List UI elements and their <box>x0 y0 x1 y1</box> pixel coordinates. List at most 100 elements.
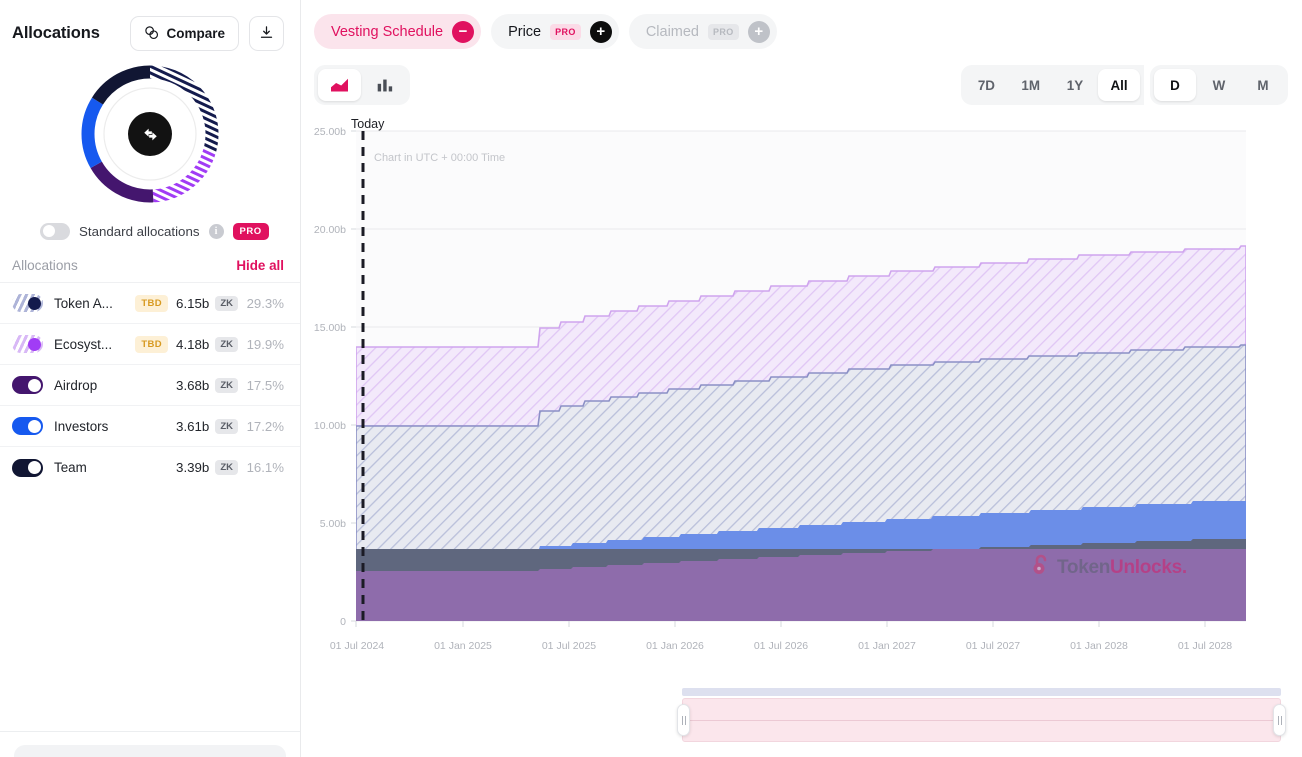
allocation-amount: 3.68b <box>176 377 210 393</box>
slider-handle-left[interactable] <box>677 704 690 736</box>
tbd-badge: TBD <box>135 294 169 312</box>
x-tick-label: 01 Jul 2027 <box>966 640 1020 652</box>
sidebar-divider <box>0 731 300 732</box>
info-icon[interactable]: i <box>208 223 224 239</box>
allocation-toggle[interactable] <box>12 458 43 477</box>
download-button[interactable] <box>249 16 284 51</box>
token-unit-badge: ZK <box>215 460 238 475</box>
token-unit-badge: ZK <box>215 336 238 352</box>
metric-pills: Vesting Schedule − Price PRO + Claimed P… <box>301 0 1302 54</box>
chart-svg: 25.00b 20.00b 15.00b 10.00b 5.00b 0 01 J… <box>314 117 1246 652</box>
x-tick-label: 01 Jan 2028 <box>1070 640 1128 652</box>
standard-allocations-row[interactable]: Standard allocations i PRO <box>0 210 300 244</box>
interval-m[interactable]: M <box>1242 69 1284 101</box>
allocation-amount: 4.18b <box>176 336 210 352</box>
allocation-donut-chart[interactable] <box>74 58 226 210</box>
slider-scrollbar[interactable] <box>682 688 1281 703</box>
y-tick-label: 0 <box>340 616 346 628</box>
token-unit-badge: ZK <box>215 377 238 393</box>
allocation-name: Token A... <box>54 295 113 311</box>
y-axis-labels: 25.00b 20.00b 15.00b 10.00b 5.00b 0 <box>314 126 346 628</box>
allocation-amount: 3.61b <box>176 418 210 434</box>
y-tick-marks <box>351 130 356 622</box>
x-tick-label: 01 Jul 2024 <box>330 640 384 652</box>
interval-d[interactable]: D <box>1154 69 1196 101</box>
compare-label: Compare <box>166 26 225 41</box>
range-switcher: 7D 1M 1Y All <box>961 65 1144 105</box>
page-title: Allocations <box>12 24 100 42</box>
allocations-sidebar: Allocations Compare Standard allocations… <box>0 0 301 757</box>
chart-panel: Vesting Schedule − Price PRO + Claimed P… <box>301 0 1302 757</box>
range-1m[interactable]: 1M <box>1009 69 1052 101</box>
list-item[interactable]: Ecosyst... TBD 4.18b ZK 19.9% <box>0 324 300 365</box>
pill-claimed[interactable]: Claimed PRO + <box>628 14 777 49</box>
allocation-percent: 29.3% <box>246 295 284 311</box>
pill-price[interactable]: Price PRO + <box>491 14 619 49</box>
interval-switcher: D W M <box>1150 65 1288 105</box>
allocation-percent: 17.2% <box>246 418 284 434</box>
pro-badge[interactable]: PRO <box>232 222 269 240</box>
chart-type-switcher <box>314 65 410 105</box>
download-icon <box>259 25 274 43</box>
range-7d[interactable]: 7D <box>965 69 1007 101</box>
sidebar-header: Allocations Compare <box>0 0 300 54</box>
allocation-percent: 19.9% <box>246 336 284 352</box>
minus-circle-icon[interactable]: − <box>452 20 475 43</box>
pill-label: Claimed <box>645 23 699 40</box>
list-item[interactable]: Investors 3.61b ZK 17.2% <box>0 406 300 447</box>
pill-vesting-schedule[interactable]: Vesting Schedule − <box>314 14 482 49</box>
x-tick-label: 01 Jul 2025 <box>542 640 596 652</box>
list-item[interactable]: Team 3.39b ZK 16.1% <box>0 447 300 488</box>
allocation-name: Ecosyst... <box>54 336 113 352</box>
x-tick-label: 01 Jul 2026 <box>754 640 808 652</box>
allocation-toggle[interactable] <box>12 335 43 353</box>
area-chart-icon[interactable] <box>318 69 361 101</box>
y-tick-label: 5.00b <box>320 518 346 530</box>
sidebar-bottom-card[interactable] <box>14 745 286 757</box>
allocation-name: Airdrop <box>54 377 98 393</box>
list-item[interactable]: Token A... TBD 6.15b ZK 29.3% <box>0 283 300 324</box>
allocation-name: Investors <box>54 418 109 434</box>
slider-grip-icon <box>975 690 988 703</box>
range-interval-controls: 7D 1M 1Y All D W M <box>961 65 1288 105</box>
x-tick-label: 01 Jul 2028 <box>1178 640 1232 652</box>
standard-allocations-label: Standard allocations <box>79 223 200 239</box>
y-tick-label: 10.00b <box>314 420 346 432</box>
allocation-amount: 3.39b <box>176 460 210 475</box>
x-axis-labels: 01 Jul 2024 01 Jan 2025 01 Jul 2025 01 J… <box>330 640 1232 652</box>
allocation-percent: 16.1% <box>246 460 284 475</box>
plus-circle-icon[interactable]: + <box>589 20 612 43</box>
compare-button[interactable]: Compare <box>130 16 239 51</box>
y-tick-label: 20.00b <box>314 224 346 236</box>
vesting-schedule-chart[interactable]: 25.00b 20.00b 15.00b 10.00b 5.00b 0 01 J… <box>301 116 1302 757</box>
slider-preview[interactable] <box>677 698 1286 742</box>
allocation-toggle[interactable] <box>12 376 43 394</box>
interval-w[interactable]: W <box>1198 69 1240 101</box>
allocation-amount: 6.15b <box>176 295 210 311</box>
range-1y[interactable]: 1Y <box>1054 69 1096 101</box>
x-tick-label: 01 Jan 2026 <box>646 640 704 652</box>
slider-handle-right[interactable] <box>1273 704 1286 736</box>
chart-range-slider[interactable] <box>677 688 1286 744</box>
allocation-donut-wrap <box>0 58 300 210</box>
pill-label: Vesting Schedule <box>331 23 444 40</box>
standard-allocations-toggle[interactable] <box>40 222 70 240</box>
x-tick-label: 01 Jan 2025 <box>434 640 492 652</box>
allocation-percent: 17.5% <box>246 377 284 393</box>
plus-circle-icon[interactable]: + <box>747 20 770 43</box>
list-item[interactable]: Airdrop 3.68b ZK 17.5% <box>0 365 300 406</box>
tbd-badge: TBD <box>135 335 169 353</box>
app-root: Allocations Compare Standard allocations… <box>0 0 1302 757</box>
pro-badge: PRO <box>708 23 739 40</box>
unlocks-swap-icon <box>128 112 172 156</box>
allocation-toggle[interactable] <box>12 417 43 435</box>
allocation-toggle[interactable] <box>12 294 43 312</box>
y-tick-label: 15.00b <box>314 322 346 334</box>
token-unit-badge: ZK <box>215 418 238 434</box>
utc-note: Chart in UTC + 00:00 Time <box>374 152 505 164</box>
bar-chart-icon[interactable] <box>363 69 406 101</box>
range-all[interactable]: All <box>1098 69 1140 101</box>
y-tick-label: 25.00b <box>314 126 346 138</box>
hide-all-button[interactable]: Hide all <box>236 258 284 273</box>
token-unit-badge: ZK <box>215 295 238 311</box>
